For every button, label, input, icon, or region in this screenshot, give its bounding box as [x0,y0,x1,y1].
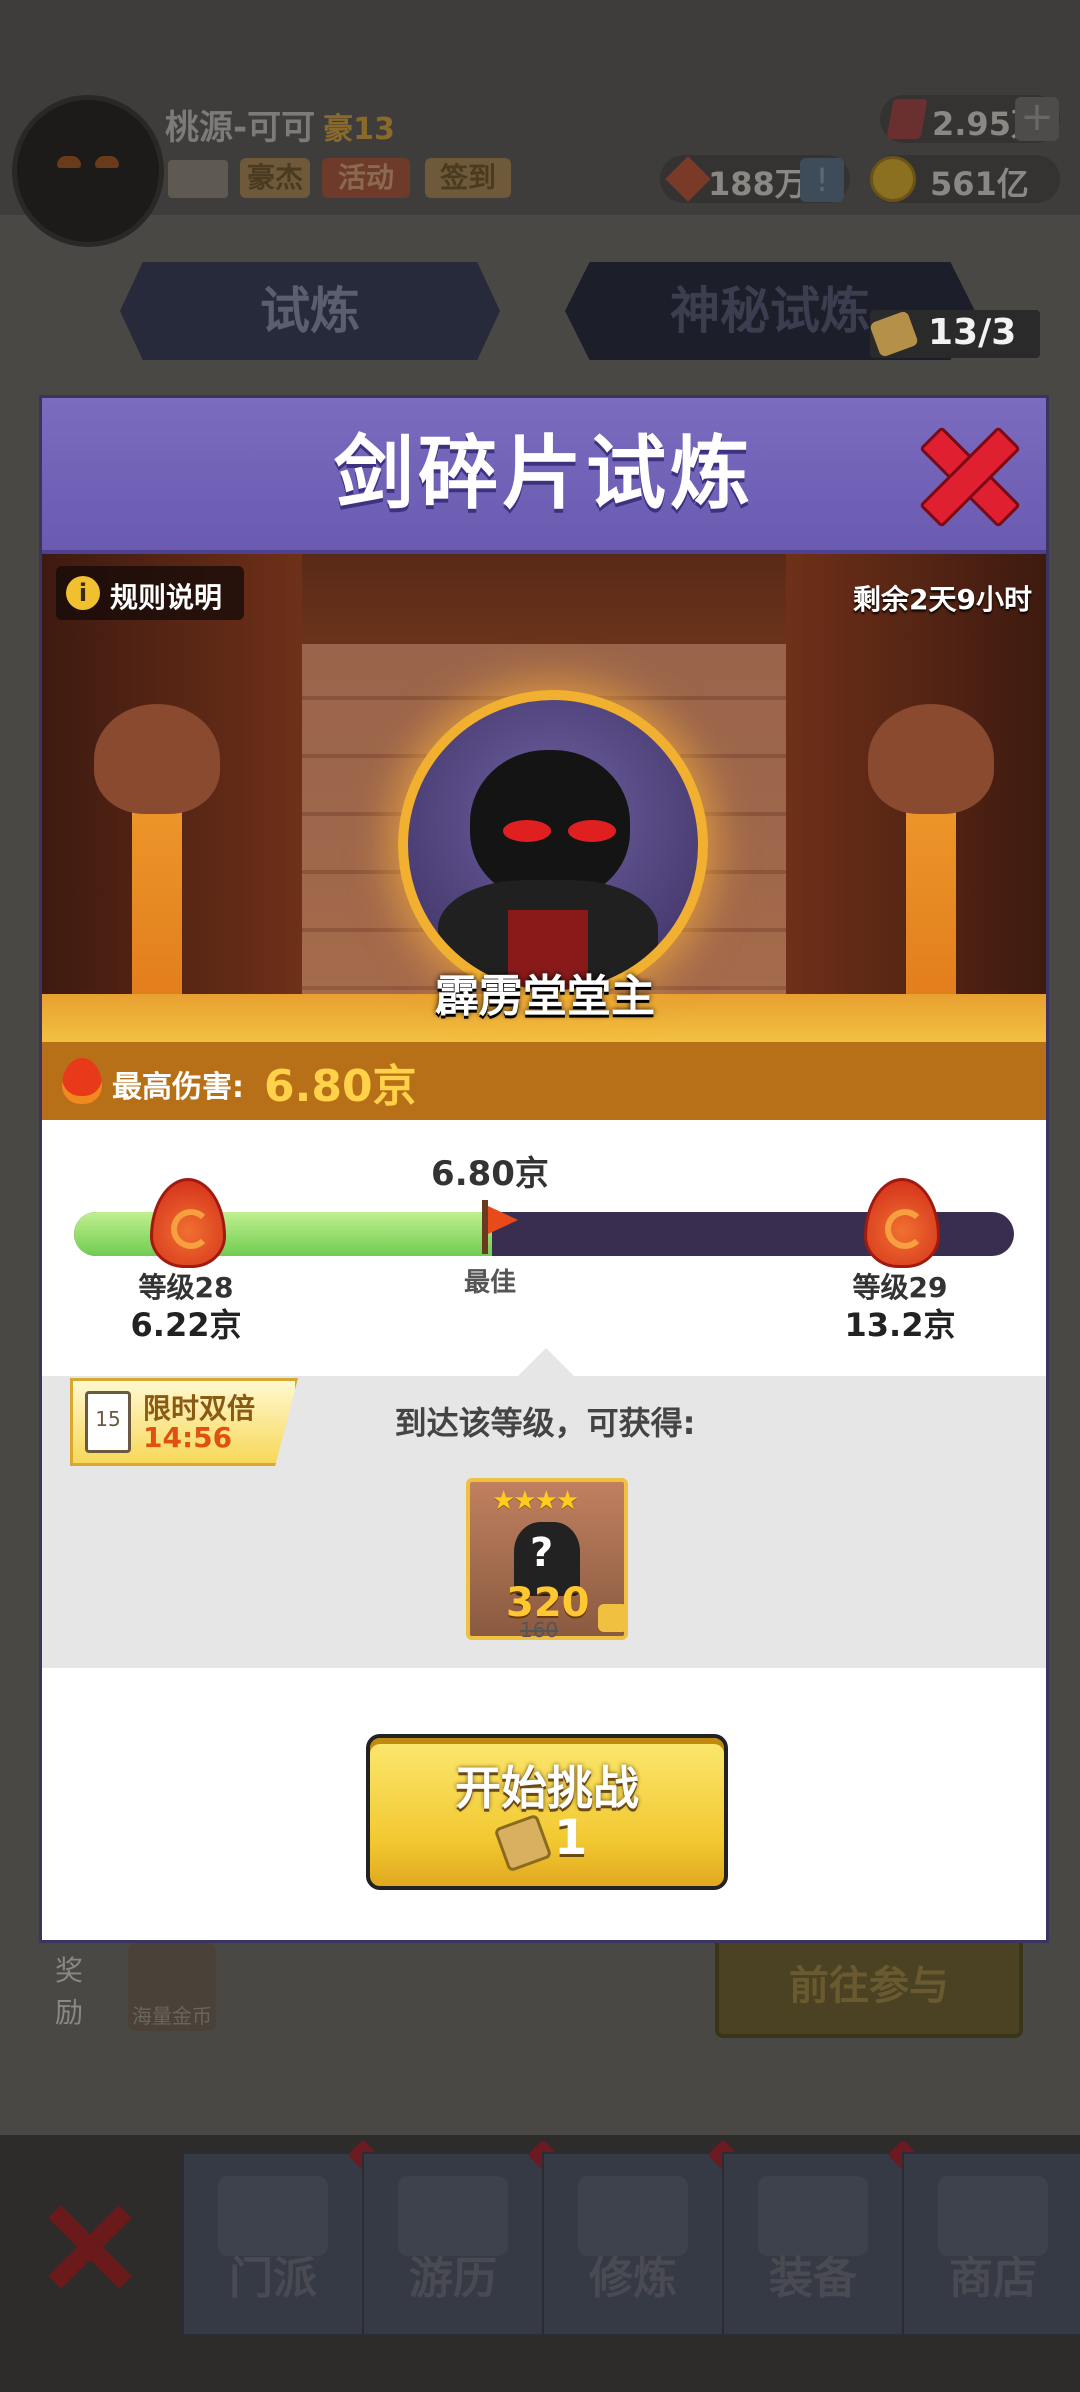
reward-label: 奖励 [55,1954,84,2029]
event-chip[interactable]: 活动 [322,158,410,198]
player-name-row: 桃源-可可 豪13 [165,100,395,149]
flame-icon [62,1058,102,1104]
max-damage-label: 最高伤害: [112,1070,244,1105]
reward-old-amount: 160 [520,1618,559,1642]
max-damage-value: 6.80京 [264,1061,417,1112]
player-avatar[interactable] [12,95,164,247]
ticket-count: 13/3 [928,312,1017,353]
reward-item-coins: 海量金币 [128,1943,216,2031]
nav-equipment[interactable]: 装备 [722,2139,919,2336]
nav-shop[interactable]: 商店 [902,2152,1080,2336]
skull-icon [868,704,994,814]
close-button[interactable] [922,428,1012,518]
puzzle-icon [598,1604,628,1632]
nav-cultivate[interactable]: 修炼 [542,2139,739,2336]
hero-chip[interactable]: 豪杰 [240,158,310,198]
nav-label: 门派 [229,2253,317,2304]
gold-counter: 561亿 [870,155,1060,203]
flag-icon [478,1200,518,1256]
nav-travel[interactable]: 游历 [362,2139,559,2336]
rules-label: 规则说明 [110,581,223,614]
tab-trial[interactable]: 试炼 [120,262,500,360]
cash-amount: 188万 [708,165,807,203]
gem-icon [886,99,928,139]
nav-label: 修炼 [589,2253,677,2304]
close-icon[interactable] [45,2200,135,2290]
nav-label: 装备 [769,2253,857,2304]
time-remaining: 剩余2天9小时 [853,583,1032,616]
question-mark: ? [530,1530,554,1576]
nav-sect[interactable]: 门派 [182,2139,379,2336]
boss-name: 霹雳堂堂主 [435,971,655,1022]
player-rank: 豪13 [323,112,395,147]
start-challenge-button[interactable]: 开始挑战 1 [366,1734,728,1890]
coin-icon [870,156,916,202]
best-label: 最佳 [463,1268,516,1298]
left-level-value: 6.22京 [130,1306,242,1344]
reward-item[interactable]: ★★★★ ? 320 160 [466,1478,628,1642]
alert-button[interactable]: ! [800,158,844,202]
start-challenge-label: 开始挑战 [455,1761,639,1815]
cash-icon [665,156,711,202]
scroll-icon [869,310,919,358]
nav-label: 游历 [409,2253,497,2304]
scroll-icon [493,1813,553,1873]
right-level-value: 13.2京 [844,1306,956,1344]
skull-icon [94,704,220,814]
rules-button[interactable]: i 规则说明 [56,566,244,620]
boss-portrait [398,690,708,1000]
info-icon: i [66,576,100,610]
ticket-counter: 13/3 [869,310,1040,358]
modal-title: 剑碎片试炼 [334,427,754,520]
reach-level-text: 到达该等级，可获得: [394,1404,696,1442]
limited-double-badge: 15 限时双倍 14:56 [70,1378,298,1466]
gold-amount: 561亿 [930,165,1029,203]
nav-label: 商店 [949,2253,1037,2304]
reward-item-label: 海量金币 [132,2004,212,2028]
level-progress-fill [74,1212,493,1256]
progress-current-value: 6.80京 [431,1154,549,1194]
mail-icon[interactable] [168,160,228,198]
calendar-icon: 15 [85,1391,131,1453]
double-timer: 14:56 [143,1421,233,1454]
star-rating: ★★★★ [492,1486,579,1516]
signin-chip[interactable]: 签到 [425,158,511,198]
player-name: 桃源-可可 [165,108,316,148]
add-gems-button[interactable]: + [1015,97,1059,141]
go-participate-button[interactable]: 前往参与 [715,1935,1023,2038]
challenge-cost: 1 [554,1810,588,1866]
panel-pointer [518,1348,574,1376]
